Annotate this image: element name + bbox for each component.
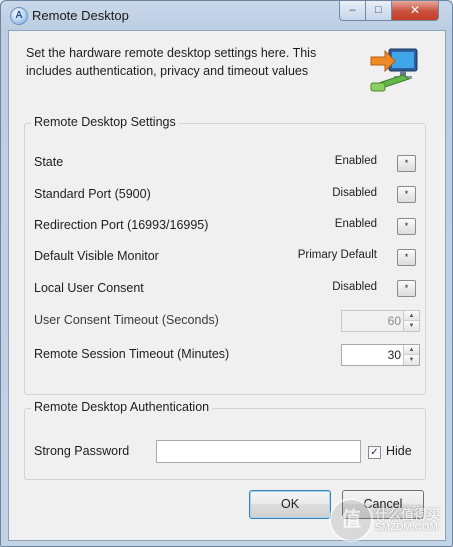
close-button[interactable]: ✕ <box>391 1 439 21</box>
default-monitor-value: Primary Default <box>297 249 377 261</box>
window-title: Remote Desktop <box>32 8 129 23</box>
standard-port-label: Standard Port (5900) <box>34 187 151 201</box>
local-user-consent-label: Local User Consent <box>34 281 144 295</box>
user-consent-timeout-arrows: ▲ ▼ <box>403 311 419 331</box>
intro-text: Set the hardware remote desktop settings… <box>26 46 317 78</box>
user-consent-timeout-value: 60 <box>387 314 401 328</box>
app-icon: A <box>10 7 28 25</box>
session-timeout-value[interactable]: 30 <box>388 348 401 362</box>
remote-desktop-window: A Remote Desktop – □ ✕ Set the hardware … <box>0 0 453 547</box>
session-timeout-label: Remote Session Timeout (Minutes) <box>34 347 230 361</box>
redirection-port-value: Enabled <box>334 218 377 230</box>
ok-button[interactable]: OK <box>249 490 331 519</box>
local-user-consent-select-button[interactable]: * <box>397 280 416 297</box>
default-monitor-label: Default Visible Monitor <box>34 249 159 263</box>
state-select-button[interactable]: * <box>397 155 416 172</box>
maximize-button[interactable]: □ <box>365 1 392 21</box>
standard-port-select-button[interactable]: * <box>397 186 416 203</box>
spin-up-icon[interactable]: ▲ <box>404 345 419 355</box>
spin-up-icon: ▲ <box>404 311 419 321</box>
state-value: Enabled <box>334 155 377 167</box>
default-monitor-select-button[interactable]: * <box>397 249 416 266</box>
session-timeout-arrows[interactable]: ▲ ▼ <box>403 345 419 365</box>
authentication-group: Remote Desktop Authentication Strong Pas… <box>24 400 426 480</box>
settings-group-title: Remote Desktop Settings <box>31 115 179 129</box>
local-user-consent-value: Disabled <box>332 281 377 293</box>
dialog-body: Set the hardware remote desktop settings… <box>8 30 446 541</box>
strong-password-input[interactable] <box>156 440 361 463</box>
spin-down-icon[interactable]: ▼ <box>404 355 419 365</box>
watermark-subtext: SMZDM.COM <box>375 522 438 533</box>
redirection-port-label: Redirection Port (16993/16995) <box>34 218 209 232</box>
remote-desktop-icon <box>370 48 418 92</box>
settings-group: Remote Desktop Settings State Enabled * … <box>24 115 426 395</box>
user-consent-timeout-label: User Consent Timeout (Seconds) <box>34 313 219 327</box>
session-timeout-spinner[interactable]: 30 ▲ ▼ <box>341 344 420 366</box>
authentication-group-title: Remote Desktop Authentication <box>31 400 213 414</box>
watermark: 值 什么值得买 SMZDM.COM <box>325 496 451 544</box>
spin-down-icon: ▼ <box>404 321 419 331</box>
standard-port-value: Disabled <box>332 187 377 199</box>
hide-label[interactable]: Hide <box>386 444 412 458</box>
watermark-logo: 值 <box>329 498 373 542</box>
strong-password-label: Strong Password <box>34 444 130 458</box>
watermark-text: 什么值得买 <box>375 507 441 522</box>
user-consent-timeout-spinner: 60 ▲ ▼ <box>341 310 420 332</box>
minimize-button[interactable]: – <box>339 1 366 21</box>
hide-checkbox[interactable]: ✓ <box>368 446 381 459</box>
redirection-port-select-button[interactable]: * <box>397 218 416 235</box>
title-bar[interactable]: A Remote Desktop – □ ✕ <box>1 1 452 31</box>
state-label: State <box>34 155 64 169</box>
